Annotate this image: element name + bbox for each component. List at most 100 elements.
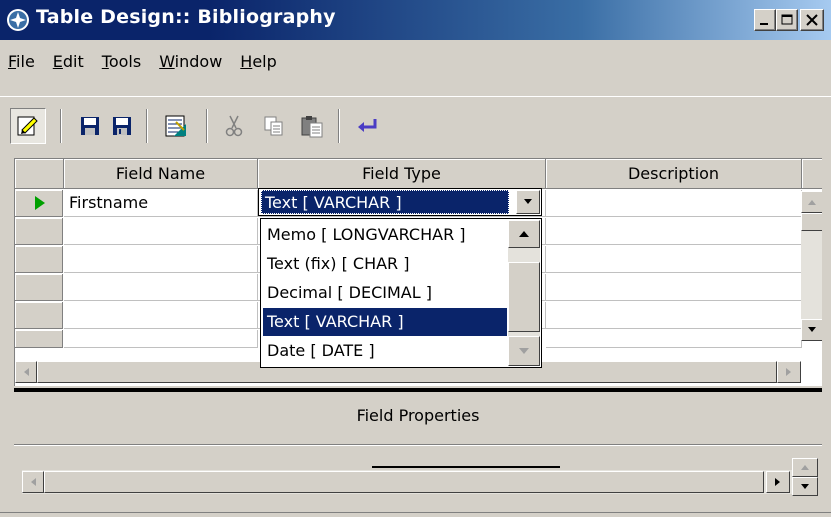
description-cell[interactable] (546, 302, 802, 329)
maximize-icon (781, 14, 793, 25)
chevron-down-icon (524, 199, 532, 204)
dropdown-option[interactable]: Memo [ LONGVARCHAR ] (263, 221, 507, 249)
save-button[interactable] (72, 108, 108, 144)
scroll-thumb[interactable] (44, 471, 764, 493)
dropdown-option[interactable]: Date [ DATE ] (263, 337, 507, 365)
menu-file-rest: ile (16, 51, 35, 71)
menu-edit[interactable]: Edit (53, 52, 84, 71)
field-name-cell[interactable] (64, 302, 258, 329)
menu-window[interactable]: Window (159, 52, 222, 71)
cut-button[interactable] (216, 108, 252, 144)
row-selector[interactable] (15, 274, 63, 301)
arrow-down-icon (801, 484, 809, 489)
dropdown-option[interactable]: Decimal [ DECIMAL ] (263, 279, 507, 307)
edit-mode-icon (17, 116, 38, 136)
field-type-selected-value[interactable]: Text [ VARCHAR ] (261, 190, 509, 214)
scroll-down-button[interactable] (801, 319, 822, 341)
menu-help[interactable]: Help (240, 52, 276, 71)
menu-help-rest: elp (252, 51, 277, 71)
properties-horizontal-scrollbar[interactable] (22, 470, 792, 494)
window-bottom-border (0, 512, 831, 517)
row-selector[interactable] (15, 302, 63, 329)
copy-icon (264, 116, 283, 136)
menu-bar: File Edit Tools Window Help (0, 42, 831, 80)
field-name-cell[interactable] (64, 246, 258, 273)
menu-tools-rest: ools (108, 51, 142, 71)
toolbar-separator (146, 109, 148, 143)
field-name-cell[interactable] (64, 330, 258, 348)
toolbar (0, 96, 831, 154)
field-type-combobox[interactable]: Text [ VARCHAR ] (258, 188, 542, 216)
grid-vertical-scrollbar[interactable] (801, 191, 822, 341)
arrow-up-icon (801, 465, 809, 470)
description-cell[interactable] (546, 190, 802, 217)
current-row-arrow-icon (35, 196, 45, 210)
arrow-down-icon (519, 348, 529, 354)
arrow-up-icon (808, 200, 816, 205)
description-cell[interactable] (546, 218, 802, 245)
index-design-icon (165, 115, 186, 137)
spin-up-button[interactable] (792, 458, 818, 477)
field-name-cell[interactable]: Firstname (64, 190, 258, 217)
splitter[interactable] (14, 388, 822, 392)
scroll-up-button[interactable] (801, 191, 822, 213)
cut-icon (225, 115, 243, 137)
undo-button[interactable] (350, 108, 386, 144)
scroll-right-button[interactable] (777, 361, 801, 383)
toolbar-separator (338, 109, 340, 143)
dropdown-option-selected[interactable]: Text [ VARCHAR ] (263, 308, 507, 336)
row-selector[interactable] (15, 218, 63, 245)
description-cell[interactable] (546, 246, 802, 273)
scroll-left-button[interactable] (22, 471, 44, 493)
description-cell[interactable] (546, 330, 802, 348)
dropdown-button[interactable] (516, 190, 540, 214)
corner-header (15, 159, 64, 189)
row-selector[interactable] (15, 330, 63, 348)
dropdown-scroll-down-button[interactable] (508, 336, 540, 366)
window-title: Table Design:: Bibliography (36, 6, 336, 28)
menu-tools[interactable]: Tools (102, 52, 141, 71)
minimize-button[interactable] (754, 9, 776, 31)
field-name-cell[interactable] (64, 274, 258, 301)
dropdown-option[interactable]: Text (fix) [ CHAR ] (263, 250, 507, 278)
paste-button[interactable] (294, 108, 330, 144)
dropdown-scroll-thumb[interactable] (508, 262, 540, 332)
title-bar: Table Design:: Bibliography (0, 0, 831, 40)
field-properties-title: Field Properties (356, 406, 480, 425)
arrow-down-icon (808, 327, 816, 332)
menu-file[interactable]: File (8, 52, 35, 71)
description-cell[interactable] (546, 274, 802, 301)
scroll-right-button[interactable] (766, 471, 790, 493)
spin-down-button[interactable] (792, 477, 818, 496)
arrow-right-icon (786, 368, 791, 376)
arrow-right-icon (775, 478, 780, 486)
properties-spinner[interactable] (792, 458, 818, 496)
field-type-dropdown-list[interactable]: Memo [ LONGVARCHAR ] Text (fix) [ CHAR ]… (260, 218, 542, 368)
copy-button[interactable] (256, 108, 292, 144)
toolbar-separator (60, 109, 62, 143)
minimize-icon (760, 23, 768, 25)
app-icon[interactable] (6, 8, 30, 32)
scroll-left-button[interactable] (15, 361, 37, 383)
save-as-icon (113, 117, 131, 135)
save-icon (81, 117, 99, 135)
dropdown-scrollbar[interactable] (508, 220, 540, 366)
maximize-button[interactable] (776, 9, 798, 31)
field-name-cell[interactable] (64, 218, 258, 245)
tab-indicator (372, 466, 560, 468)
index-design-button[interactable] (158, 108, 194, 144)
column-header-field-name[interactable]: Field Name (64, 159, 258, 189)
row-selector[interactable] (15, 190, 63, 217)
edit-mode-button[interactable] (10, 108, 46, 144)
dropdown-scroll-up-button[interactable] (508, 220, 540, 248)
scroll-thumb[interactable] (801, 213, 822, 231)
arrow-left-icon (24, 368, 29, 376)
column-header-field-type[interactable]: Field Type (258, 159, 546, 189)
close-button[interactable] (800, 9, 824, 31)
save-as-button[interactable] (104, 108, 140, 144)
row-selector[interactable] (15, 246, 63, 273)
column-header-description[interactable]: Description (546, 159, 802, 189)
divider (14, 444, 822, 446)
menu-edit-rest: dit (62, 51, 84, 71)
arrow-left-icon (31, 478, 36, 486)
